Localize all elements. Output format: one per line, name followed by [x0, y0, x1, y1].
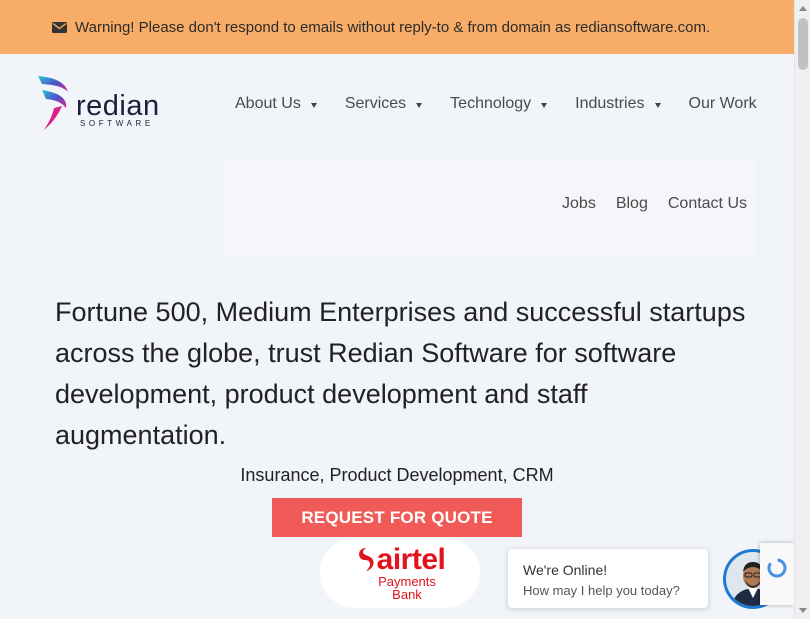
nav-item-label: Our Work	[688, 95, 757, 112]
request-quote-button[interactable]: REQUEST FOR QUOTE	[272, 498, 522, 537]
scrollbar-thumb[interactable]	[798, 18, 808, 70]
chat-prompt: How may I help you today?	[523, 583, 680, 598]
hero-subline: Insurance, Product Development, CRM	[240, 465, 554, 485]
nav-item-label: About Us	[235, 95, 301, 112]
warning-text: Warning! Please don't respond to emails …	[75, 18, 711, 36]
redian-logo[interactable]: redian SOFTWARE	[36, 74, 160, 134]
nav-item-contact-us[interactable]: Contact Us	[668, 195, 747, 213]
nav-item-label: Services	[344, 95, 407, 112]
caret-down-icon	[654, 102, 661, 108]
client-logo-name: airtel	[376, 543, 446, 576]
chat-greeting-bubble[interactable]: We're Online! How may I help you today?	[508, 549, 708, 608]
scroll-up-arrow-icon[interactable]	[799, 6, 807, 11]
nav-item-label: Industries	[575, 95, 645, 112]
scroll-down-arrow-icon[interactable]	[799, 608, 807, 613]
envelope-icon	[52, 21, 67, 33]
nav-item-services[interactable]: Services	[344, 95, 423, 113]
page-scrollbar[interactable]	[794, 0, 810, 619]
nav-item-technology[interactable]: Technology	[450, 95, 548, 113]
client-logo-airtel-payments-bank: airtel Payments Bank	[320, 538, 480, 608]
logo-tagline: SOFTWARE	[80, 119, 154, 128]
nav-item-blog[interactable]: Blog	[616, 195, 648, 213]
primary-nav: About Us Services Technology Industries …	[235, 95, 757, 113]
caret-down-icon	[310, 102, 317, 108]
nav-item-industries[interactable]: Industries	[575, 95, 661, 113]
hero-headline: Fortune 500, Medium Enterprises and succ…	[55, 297, 746, 450]
nav-item-our-work[interactable]: Our Work	[689, 95, 757, 113]
caret-down-icon	[416, 102, 423, 108]
redian-logo-mark-icon	[38, 76, 68, 130]
airtel-swirl-icon	[358, 548, 374, 571]
warning-banner: Warning! Please don't respond to emails …	[0, 0, 794, 54]
nav-item-jobs[interactable]: Jobs	[562, 195, 596, 213]
nav-item-label: Technology	[450, 95, 532, 112]
recaptcha-badge[interactable]	[760, 543, 794, 605]
client-logo-line2: Bank	[392, 587, 422, 602]
chat-status: We're Online!	[523, 562, 608, 578]
recaptcha-icon	[767, 558, 787, 578]
secondary-nav: Jobs Blog Contact Us	[542, 195, 747, 213]
caret-down-icon	[541, 102, 548, 108]
nav-item-about-us[interactable]: About Us	[235, 95, 317, 113]
